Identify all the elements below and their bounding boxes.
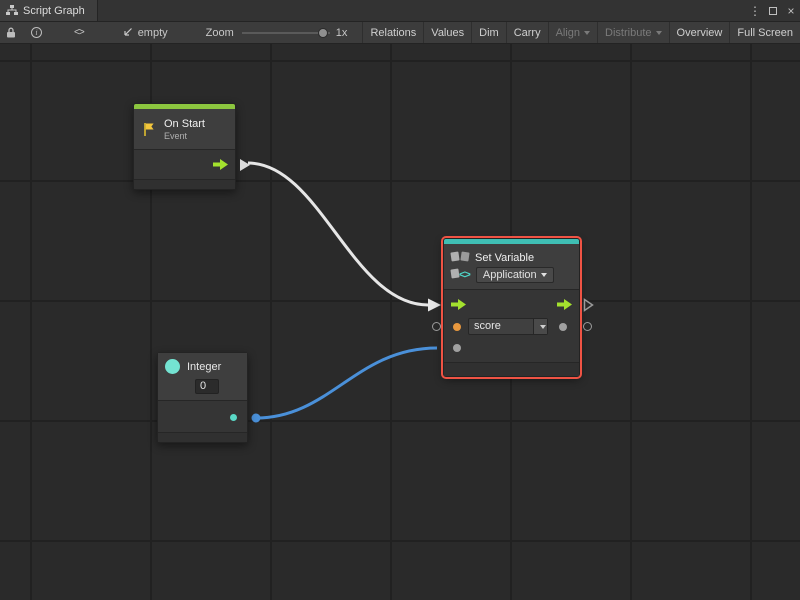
on-start-footer bbox=[134, 179, 235, 189]
node-title: On Start bbox=[164, 118, 205, 130]
variable-name-value: score bbox=[469, 319, 533, 334]
align-label: Align bbox=[556, 27, 580, 39]
nest-arrow-icon bbox=[122, 27, 133, 38]
graph-pointer[interactable]: empty bbox=[122, 27, 168, 39]
dim-button[interactable]: Dim bbox=[472, 22, 506, 43]
set-variable-title-row: Set Variable bbox=[444, 246, 579, 266]
set-variable-flow-output-port[interactable] bbox=[583, 298, 594, 315]
caret-down-icon bbox=[541, 273, 547, 277]
window-menu-button[interactable]: ⋮ bbox=[746, 0, 764, 21]
window-title: Script Graph bbox=[23, 5, 85, 17]
node-integer[interactable]: Integer 0 bbox=[157, 352, 248, 443]
overview-button[interactable]: Overview bbox=[670, 22, 730, 43]
window-close-button[interactable]: × bbox=[782, 0, 800, 21]
node-subtitle: Event bbox=[164, 131, 205, 141]
code-icon[interactable]: <> bbox=[74, 27, 84, 38]
flag-icon bbox=[142, 122, 157, 137]
scope-label: Application bbox=[483, 269, 537, 281]
wire-value-start-dot bbox=[252, 414, 261, 423]
new-value-input-dot[interactable] bbox=[453, 344, 461, 352]
titlebar: Script Graph ⋮ × bbox=[0, 0, 800, 22]
flow-output-icon[interactable] bbox=[213, 159, 228, 173]
node-title: Set Variable bbox=[475, 252, 534, 264]
set-variable-header: Set Variable <> Application bbox=[444, 244, 579, 289]
window-maximize-button[interactable] bbox=[764, 0, 782, 21]
on-start-titles: On Start Event bbox=[164, 118, 205, 141]
maximize-icon bbox=[769, 7, 777, 15]
wires-layer bbox=[0, 44, 800, 600]
variable-row: score bbox=[444, 316, 579, 338]
toolbar-buttons: Relations Values Dim Carry Align Distrib… bbox=[362, 22, 800, 43]
new-value-row bbox=[444, 338, 579, 358]
align-button[interactable]: Align bbox=[549, 22, 597, 43]
tab-script-graph[interactable]: Script Graph bbox=[0, 0, 98, 21]
values-button[interactable]: Values bbox=[424, 22, 471, 43]
distribute-button[interactable]: Distribute bbox=[598, 22, 668, 43]
integer-value-field[interactable]: 0 bbox=[195, 379, 219, 394]
zoom-slider-track bbox=[242, 32, 330, 34]
on-start-header: On Start Event bbox=[134, 109, 235, 149]
node-on-start[interactable]: On Start Event bbox=[133, 103, 236, 190]
integer-footer bbox=[158, 432, 247, 442]
set-variable-footer bbox=[444, 362, 579, 376]
carry-button[interactable]: Carry bbox=[507, 22, 548, 43]
variable-name-select[interactable]: score bbox=[468, 318, 548, 335]
variables-icon bbox=[451, 252, 469, 264]
integer-body bbox=[158, 400, 247, 432]
distribute-label: Distribute bbox=[605, 27, 651, 39]
code-variable-icon: <> bbox=[451, 269, 470, 281]
set-variable-scope-row: <> Application bbox=[444, 266, 579, 286]
graph-toolbar: i <> empty Zoom 1x Relations Values Dim … bbox=[0, 22, 800, 44]
zoom-slider-knob[interactable] bbox=[318, 28, 328, 38]
caret-down-icon bbox=[540, 325, 546, 329]
variable-name-dot[interactable] bbox=[453, 323, 461, 331]
output-value-dot[interactable] bbox=[559, 323, 567, 331]
output-value-port[interactable] bbox=[583, 322, 592, 331]
graph-pointer-label: empty bbox=[138, 27, 168, 39]
node-title: Integer bbox=[187, 361, 221, 373]
caret-down-icon bbox=[584, 31, 590, 35]
zoom-label: Zoom bbox=[206, 27, 234, 39]
info-icon[interactable]: i bbox=[31, 27, 42, 38]
flow-output-icon[interactable] bbox=[557, 299, 572, 313]
wire-flow bbox=[248, 163, 428, 305]
flow-input-icon[interactable] bbox=[451, 299, 466, 313]
set-variable-body: score bbox=[444, 289, 579, 362]
wire-value bbox=[256, 348, 437, 418]
zoom-value: 1x bbox=[336, 27, 348, 39]
graph-canvas[interactable]: On Start Event Set Variable <> bbox=[0, 44, 800, 600]
node-set-variable[interactable]: Set Variable <> Application bbox=[443, 238, 580, 377]
flow-row bbox=[444, 294, 579, 316]
integer-type-icon bbox=[165, 359, 180, 374]
wire-flow-arrowhead bbox=[428, 299, 441, 312]
integer-output-dot[interactable] bbox=[230, 414, 237, 421]
graph-icon bbox=[6, 5, 18, 16]
variable-select-button[interactable] bbox=[533, 319, 547, 334]
variable-name-input-port[interactable] bbox=[432, 322, 441, 331]
on-start-output-port[interactable] bbox=[240, 159, 250, 171]
full-screen-button[interactable]: Full Screen bbox=[730, 22, 800, 43]
on-start-body bbox=[134, 149, 235, 179]
integer-title-row: Integer bbox=[165, 359, 240, 374]
lock-icon[interactable] bbox=[6, 27, 16, 38]
zoom-slider[interactable] bbox=[242, 27, 330, 39]
caret-down-icon bbox=[656, 31, 662, 35]
integer-header: Integer 0 bbox=[158, 353, 247, 400]
scope-dropdown[interactable]: Application bbox=[476, 267, 554, 283]
relations-button[interactable]: Relations bbox=[363, 22, 423, 43]
titlebar-spacer bbox=[98, 0, 746, 21]
